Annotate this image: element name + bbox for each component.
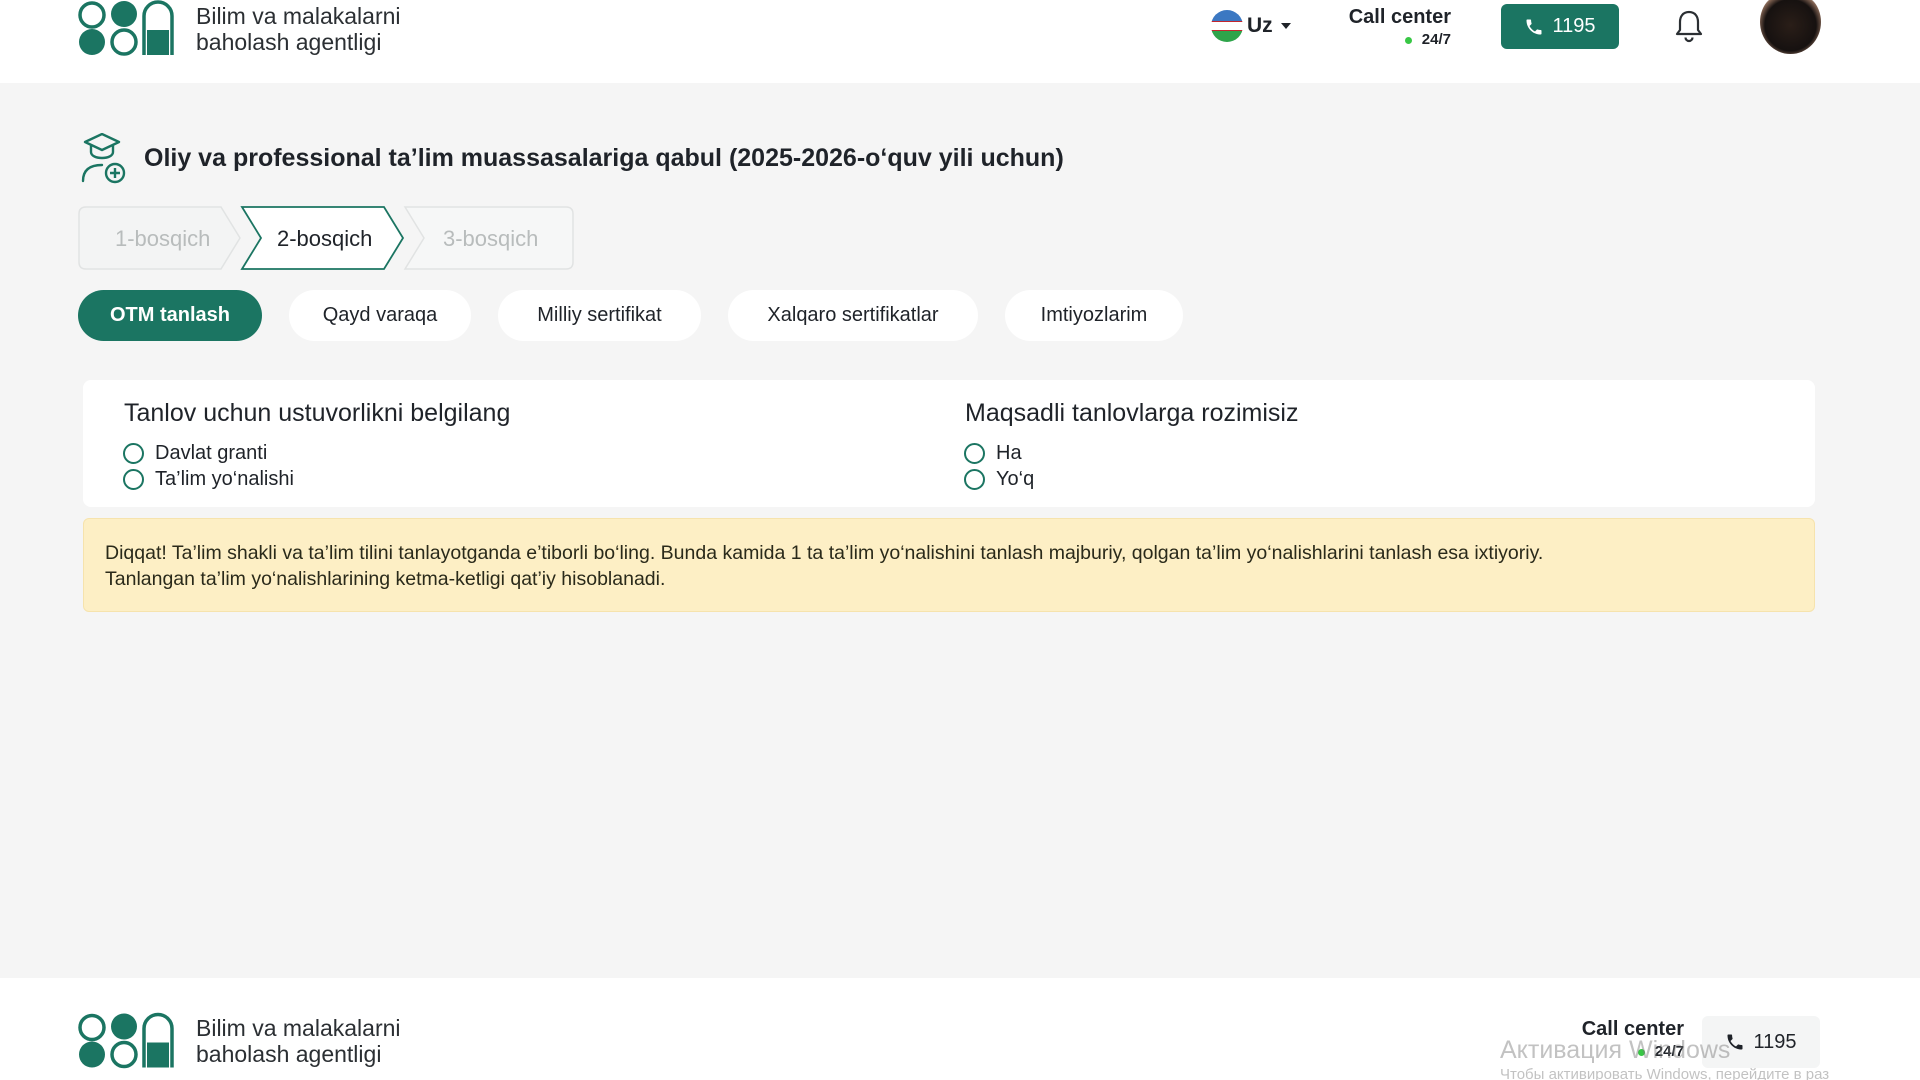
step-3[interactable]: 3-bosqich [443, 226, 538, 252]
uzbekistan-flag-icon [1211, 10, 1243, 42]
radio-label: Ta’lim yo‘nalishi [155, 468, 294, 490]
phone-number: 1195 [1552, 15, 1596, 37]
logo-mark-icon [78, 1012, 174, 1069]
notice-line-2: Tanlangan ta’lim yo‘nalishlarining ketma… [105, 568, 666, 590]
preferences-card: Tanlov uchun ustuvorlikni belgilang Davl… [83, 380, 1815, 507]
logo-mark-icon [78, 0, 174, 56]
call-center-hours: 24/7 [1421, 31, 1451, 48]
agency-name-line2: baholash agentligi [196, 28, 382, 55]
radio-yoq[interactable]: Yo‘q [964, 468, 1034, 491]
site-header: Bilim va malakalarni baholash agentligi … [0, 0, 1920, 83]
footer-agency-name-line2: baholash agentligi [196, 1041, 382, 1067]
notification-bell-icon[interactable] [1673, 8, 1705, 44]
phone-icon [1526, 19, 1542, 34]
footer-logo[interactable]: Bilim va malakalarni baholash agentligi [78, 1011, 401, 1071]
stage-stepper: 1-bosqich 2-bosqich 3-bosqich [78, 206, 574, 270]
page-title: Oliy va professional ta’lim muassasalari… [144, 144, 1064, 172]
call-center-hours-row: 24/7 [1343, 31, 1451, 48]
tab-xalqaro-sertifikatlar[interactable]: Xalqaro sertifikatlar [728, 290, 978, 341]
radio-circle[interactable] [123, 469, 144, 490]
priority-title: Tanlov uchun ustuvorlikni belgilang [124, 399, 511, 427]
online-status-dot [1404, 36, 1412, 44]
step-2[interactable]: 2-bosqich [277, 226, 372, 252]
graduate-add-icon [81, 133, 126, 184]
call-center-title: Call center [1348, 6, 1451, 28]
caret-down-icon [1280, 23, 1291, 29]
radio-label: Ha [996, 442, 1022, 464]
footer-agency-name-line1: Bilim va malakalarni [196, 1015, 401, 1041]
language-selector[interactable]: Uz [1211, 10, 1291, 42]
tab-qayd-varaqa[interactable]: Qayd varaqa [289, 290, 471, 341]
tab-imtiyozlarim[interactable]: Imtiyozlarim [1005, 290, 1183, 341]
targeted-title: Maqsadli tanlovlarga rozimisiz [965, 399, 1299, 427]
radio-ha[interactable]: Ha [964, 442, 1022, 465]
agency-name-line1: Bilim va malakalarni [196, 2, 401, 29]
windows-activation-watermark: Активация Windows [1500, 1036, 1731, 1064]
warning-notice: Diqqat! Ta’lim shakli va ta’lim tilini t… [83, 518, 1815, 612]
agency-logo[interactable]: Bilim va malakalarni baholash agentligi [78, 0, 401, 57]
call-center-info: Call center 24/7 [1343, 6, 1451, 48]
footer-phone-number: 1195 [1753, 1030, 1797, 1053]
radio-label: Davlat granti [155, 442, 268, 464]
radio-circle[interactable] [123, 443, 144, 464]
radio-talim-yonalishi[interactable]: Ta’lim yo‘nalishi [123, 468, 294, 491]
radio-davlat-granti[interactable]: Davlat granti [123, 442, 267, 465]
call-phone-button[interactable]: 1195 [1501, 4, 1619, 49]
windows-activation-hint: Чтобы активировать Windows, перейдите в … [1500, 1066, 1830, 1080]
tab-otm-tanlash[interactable]: OTM tanlash [78, 290, 262, 341]
footer-agency-name: Bilim va malakalarni baholash agentligi [196, 1015, 401, 1067]
radio-circle[interactable] [964, 469, 985, 490]
notice-line-1: Diqqat! Ta’lim shakli va ta’lim tilini t… [105, 542, 1544, 564]
step-1[interactable]: 1-bosqich [115, 226, 210, 252]
radio-circle[interactable] [964, 443, 985, 464]
agency-name: Bilim va malakalarni baholash agentligi [196, 3, 401, 55]
user-avatar[interactable] [1760, 0, 1821, 54]
radio-label: Yo‘q [996, 468, 1035, 490]
language-label: Uz [1247, 14, 1273, 37]
tab-milliy-sertifikat[interactable]: Milliy sertifikat [498, 290, 701, 341]
